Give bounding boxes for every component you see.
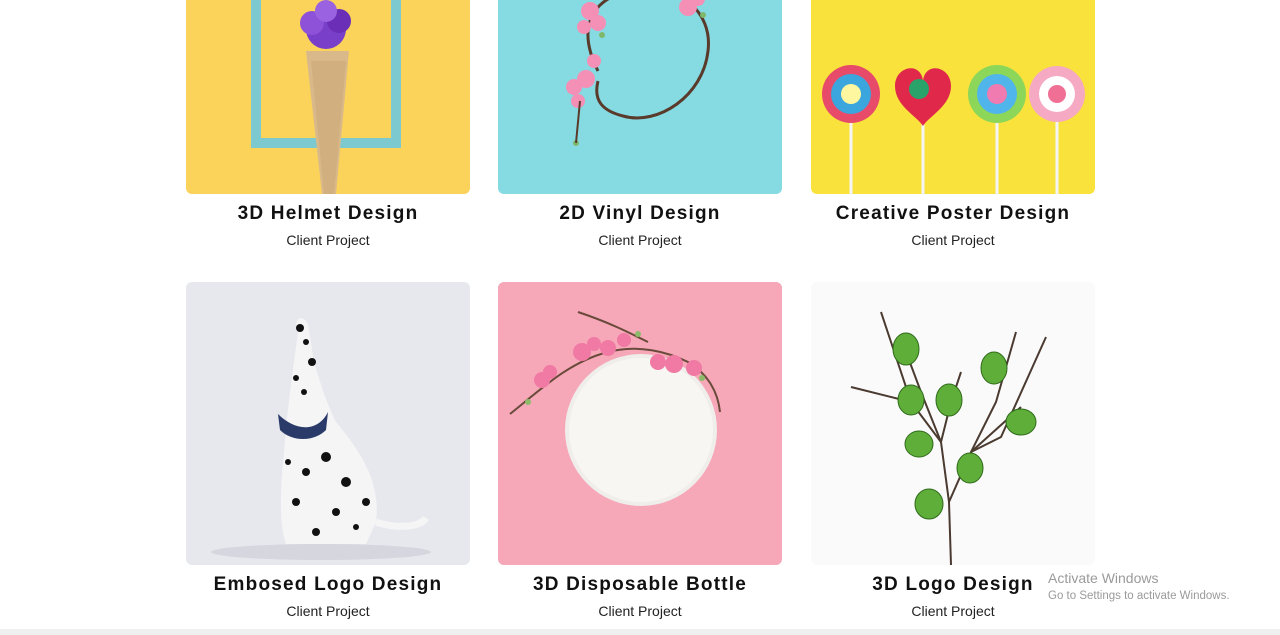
project-title[interactable]: 3D Disposable Bottle (498, 574, 782, 596)
activate-windows-watermark: Activate Windows Go to Settings to activ… (1048, 570, 1230, 602)
project-subtitle: Client Project (598, 603, 682, 619)
project-title[interactable]: 2D Vinyl Design (498, 203, 782, 225)
lollipops-image[interactable] (811, 0, 1095, 194)
project-subtitle: Client Project (911, 232, 995, 248)
project-subtitle: Client Project (286, 232, 370, 248)
plate-blossom-image[interactable] (498, 282, 782, 565)
flower-cone-frame-image[interactable] (186, 0, 470, 194)
project-subtitle: Client Project (286, 603, 370, 619)
blossom-wreath-image[interactable] (498, 0, 782, 194)
bottom-scroll-bar (0, 629, 1280, 635)
watermark-subtitle: Go to Settings to activate Windows. (1048, 590, 1230, 602)
project-title[interactable]: Embosed Logo Design (186, 574, 470, 596)
branch-eggs-image[interactable] (811, 282, 1095, 565)
project-subtitle: Client Project (598, 232, 682, 248)
project-title[interactable]: 3D Helmet Design (186, 203, 470, 225)
project-title[interactable]: Creative Poster Design (811, 203, 1095, 225)
dalmatian-dog-image[interactable] (186, 282, 470, 565)
watermark-title: Activate Windows (1048, 570, 1159, 586)
project-subtitle: Client Project (911, 603, 995, 619)
